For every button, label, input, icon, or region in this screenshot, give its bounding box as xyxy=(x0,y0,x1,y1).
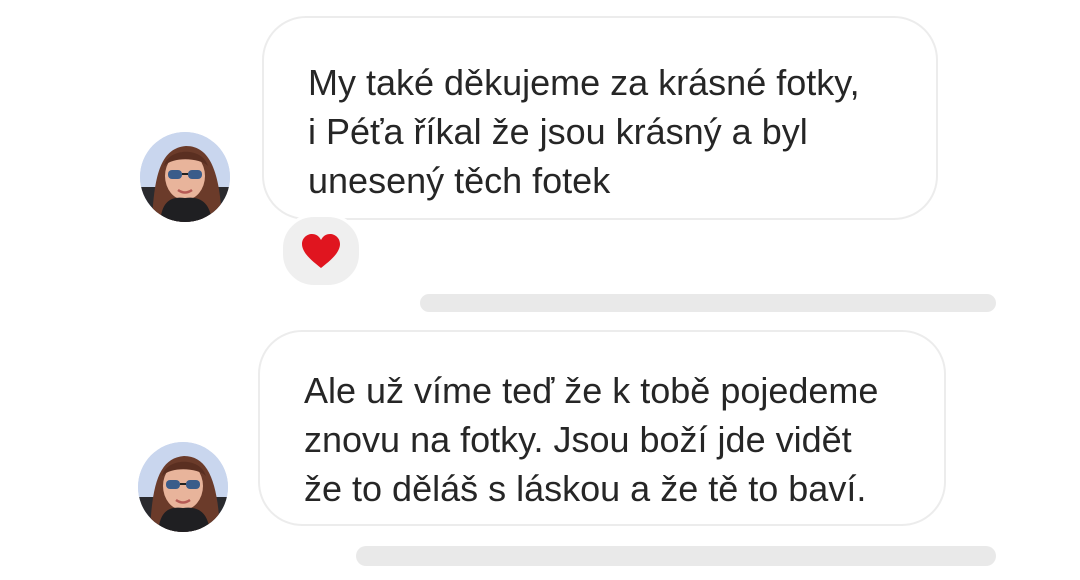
message-bubble[interactable]: My také děkujeme za krásné fotky, i Péťa… xyxy=(262,16,938,220)
message-text-line: My také děkujeme za krásné fotky, xyxy=(308,62,860,103)
avatar-photo-icon xyxy=(140,132,230,222)
message-text-line: Ale už víme teď že k tobě pojedeme xyxy=(304,370,879,411)
message-text-line: že to děláš s láskou a že tě to baví. xyxy=(304,468,867,509)
chat-thread: My také děkujeme za krásné fotky, i Péťa… xyxy=(0,0,1080,580)
message-text-line: i Péťa říkal že jsou krásný a byl xyxy=(308,111,808,152)
message-placeholder-bar xyxy=(420,294,996,312)
message-placeholder-bar xyxy=(356,546,996,566)
message-bubble[interactable]: Ale už víme teď že k tobě pojedeme znovu… xyxy=(258,330,946,526)
sender-avatar[interactable] xyxy=(138,442,228,532)
sender-avatar[interactable] xyxy=(140,132,230,222)
message-text-line: unesený těch fotek xyxy=(308,160,611,201)
message-text-line: znovu na fotky. Jsou boží jde vidět xyxy=(304,419,852,460)
heart-icon xyxy=(302,234,340,268)
avatar-photo-icon xyxy=(138,442,228,532)
message-reaction[interactable] xyxy=(280,214,362,288)
